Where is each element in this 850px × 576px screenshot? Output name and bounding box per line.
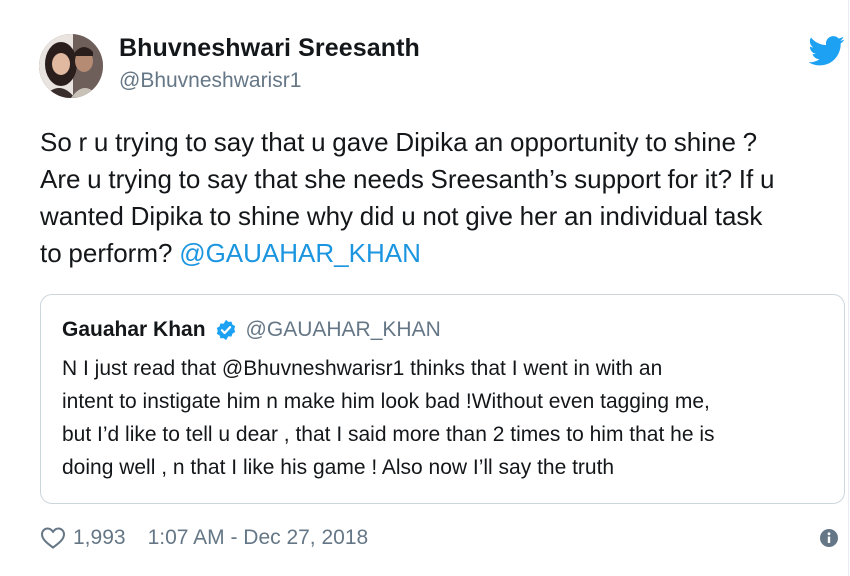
avatar-photo	[39, 34, 103, 98]
tweet-text-fragment: to perform?	[40, 238, 173, 268]
avatar[interactable]	[39, 34, 103, 98]
tweet-text-line-last: to perform? @GAUAHAR_KHAN	[40, 235, 840, 272]
mention-link[interactable]: @GAUAHAR_KHAN	[179, 238, 421, 268]
quoted-author-handle[interactable]: @GAUAHAR_KHAN	[246, 318, 441, 342]
twitter-bird-icon[interactable]	[809, 36, 845, 66]
quoted-author-name[interactable]: Gauahar Khan	[62, 318, 206, 342]
tweet-text-line: Are u trying to say that she needs Srees…	[40, 164, 775, 194]
quoted-text-line: but I’d like to tell u dear , that I sai…	[62, 423, 715, 446]
embedded-tweet: Bhuvneshwari Sreesanth @Bhuvneshwarisr1 …	[0, 0, 850, 576]
tweet-footer: 1,993 1:07 AM - Dec 27, 2018	[40, 526, 368, 550]
quoted-tweet-text: N I just read that @Bhuvneshwarisr1 thin…	[62, 352, 842, 484]
quoted-tweet-header: Gauahar Khan @GAUAHAR_KHAN	[62, 318, 441, 342]
quoted-text-line: doing well , n that I like his game ! Al…	[62, 456, 615, 479]
author-handle[interactable]: @Bhuvneshwarisr1	[119, 69, 301, 93]
quoted-tweet-card[interactable]: Gauahar Khan @GAUAHAR_KHAN N I just read…	[40, 294, 845, 504]
heart-icon[interactable]	[40, 526, 66, 550]
quoted-text-line: N I just read that @Bhuvneshwarisr1 thin…	[62, 357, 663, 380]
card-edge	[848, 0, 849, 576]
timestamp-link[interactable]: 1:07 AM - Dec 27, 2018	[148, 526, 369, 550]
quoted-text-line: intent to instigate him n make him look …	[62, 390, 710, 413]
tweet-text-line: So r u trying to say that u gave Dipika …	[40, 127, 758, 157]
author-display-name[interactable]: Bhuvneshwari Sreesanth	[119, 34, 420, 63]
info-icon[interactable]	[820, 529, 838, 547]
tweet-text-line: wanted Dipika to shine why did u not giv…	[40, 201, 763, 231]
like-count[interactable]: 1,993	[73, 526, 126, 550]
verified-badge-icon	[216, 319, 235, 341]
tweet-text: So r u trying to say that u gave Dipika …	[40, 124, 840, 272]
